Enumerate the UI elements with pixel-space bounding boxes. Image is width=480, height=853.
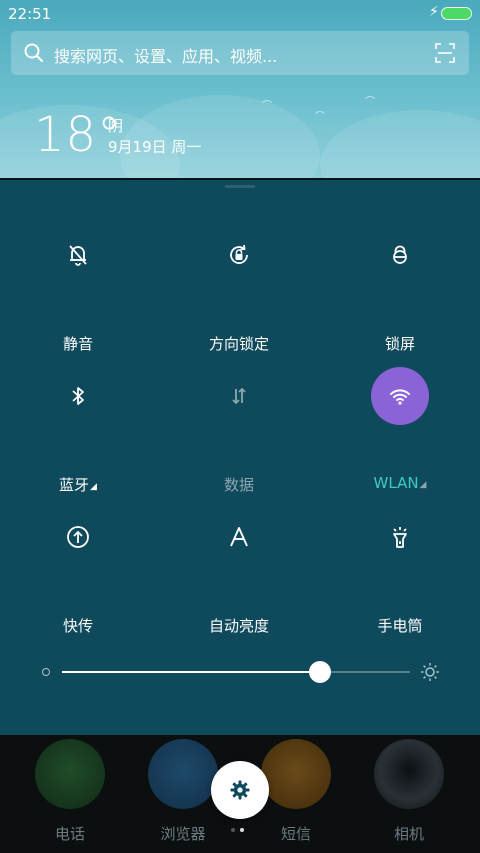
quick-share-icon xyxy=(67,526,89,548)
toggle-label-row: WLAN◢ xyxy=(320,474,480,492)
dock-app-label: 电话 xyxy=(54,825,85,843)
camera-icon xyxy=(374,739,444,809)
lock-icon xyxy=(393,245,407,264)
gear-icon xyxy=(230,780,250,800)
toggle-lock-screen[interactable]: 锁屏 xyxy=(320,215,480,353)
search-bar[interactable]: 搜索网页、设置、应用、视频... xyxy=(11,31,469,75)
status-bar: 22:51 ⚡ xyxy=(0,0,480,28)
brightness-thumb[interactable] xyxy=(308,661,331,683)
toggle-label: 数据 xyxy=(223,476,254,494)
toggle-icon-wrap xyxy=(49,508,107,566)
toggle-label: 锁屏 xyxy=(384,335,415,353)
flashlight-icon xyxy=(393,527,407,548)
toggle-label: 静音 xyxy=(62,335,93,353)
submenu-indicator-icon: ◢ xyxy=(419,480,427,490)
toggle-icon-wrap xyxy=(371,367,429,425)
toggle-label: 手电筒 xyxy=(377,617,423,635)
messages-icon xyxy=(261,739,331,809)
toggle-icon-wrap xyxy=(210,508,268,566)
page-indicator xyxy=(231,828,251,834)
brightness-low-icon xyxy=(42,668,50,676)
page-dot xyxy=(231,828,235,832)
bird-decoration: ⌒ xyxy=(315,112,325,123)
page-dot-active xyxy=(240,828,244,832)
dock-app-phone[interactable]: 电话 xyxy=(30,739,110,844)
toggle-label: 蓝牙 xyxy=(59,476,90,494)
toggle-icon-wrap xyxy=(210,226,268,284)
data-arrows-icon xyxy=(232,387,246,405)
brightness-track[interactable] xyxy=(62,661,410,683)
drag-handle[interactable] xyxy=(225,185,255,188)
bird-decoration: ⌒ xyxy=(365,97,375,108)
bird-decoration: ⌒ xyxy=(262,101,272,112)
submenu-indicator-icon: ◢ xyxy=(90,482,97,492)
toggle-mute[interactable]: 静音 xyxy=(0,215,158,353)
status-time: 22:51 xyxy=(8,5,52,23)
toggle-label: 方向锁定 xyxy=(208,335,269,353)
weather-condition: 阴 xyxy=(108,117,124,135)
brightness-high-icon xyxy=(421,663,439,681)
charging-icon: ⚡ xyxy=(429,4,439,20)
search-icon xyxy=(24,43,43,62)
wifi-icon xyxy=(390,389,410,405)
auto-brightness-icon xyxy=(230,527,248,547)
quick-settings-panel: 静音 方向锁定 锁屏 蓝牙◢ 数据 WLAN◢ 快传 自动亮度 手电筒 xyxy=(0,180,480,735)
scan-icon[interactable] xyxy=(435,43,455,63)
dock-app-label: 相机 xyxy=(393,825,424,843)
brightness-fill xyxy=(62,671,320,673)
toggle-label-row: 蓝牙◢ xyxy=(0,474,158,495)
rotation-lock-icon xyxy=(230,244,248,264)
toggle-quick-share[interactable]: 快传 xyxy=(0,497,158,635)
dock-app-camera[interactable]: 相机 xyxy=(369,739,449,844)
browser-icon xyxy=(148,739,218,809)
bluetooth-icon xyxy=(72,387,84,405)
bell-off-icon xyxy=(69,245,87,266)
weather-date: 9月19日 周一 xyxy=(108,138,202,156)
toggle-icon-wrap xyxy=(49,367,107,425)
toggle-flashlight[interactable]: 手电筒 xyxy=(320,497,480,635)
toggle-wlan[interactable]: WLAN◢ xyxy=(320,356,480,492)
toggle-icon-wrap xyxy=(371,508,429,566)
toggle-bluetooth[interactable]: 蓝牙◢ xyxy=(0,356,158,494)
toggle-icon-wrap xyxy=(210,367,268,425)
toggle-mobile-data[interactable]: 数据 xyxy=(159,356,319,494)
search-input[interactable]: 搜索网页、设置、应用、视频... xyxy=(54,43,277,67)
toggle-rotation-lock[interactable]: 方向锁定 xyxy=(159,215,319,353)
settings-button[interactable] xyxy=(211,761,269,819)
phone-icon xyxy=(35,739,105,809)
toggle-label: 快传 xyxy=(62,617,93,635)
toggle-label: WLAN xyxy=(373,474,419,492)
toggle-auto-brightness[interactable]: 自动亮度 xyxy=(159,497,319,635)
dock-app-label: 浏览器 xyxy=(160,825,206,843)
toggle-icon-wrap xyxy=(371,226,429,284)
weather-card: ⌒ ⌒ ⌒ 22:51 ⚡ 搜索网页、设置、应用、视频... 18° 阴 9月1… xyxy=(0,0,480,178)
brightness-slider[interactable] xyxy=(0,661,480,692)
toggle-icon-wrap xyxy=(49,226,107,284)
dock-app-label: 短信 xyxy=(280,825,311,843)
toggle-label: 自动亮度 xyxy=(208,617,269,635)
battery-icon xyxy=(441,7,472,20)
